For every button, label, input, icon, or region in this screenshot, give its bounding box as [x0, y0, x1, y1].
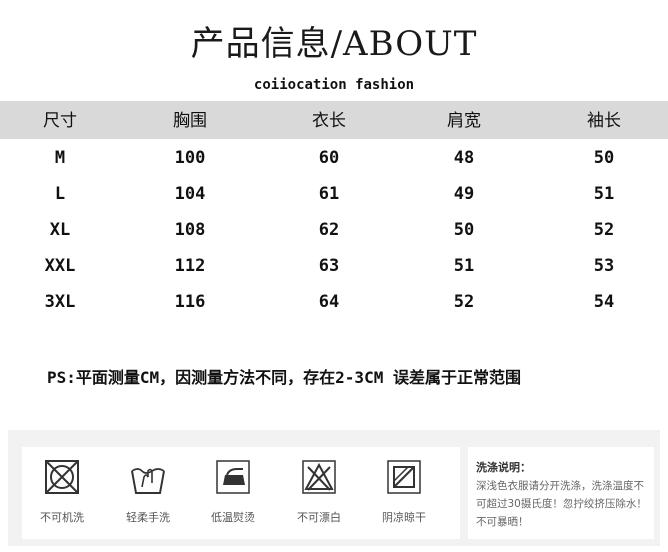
- table-cell: 112: [174, 256, 206, 276]
- table-cell: 3XL: [44, 292, 76, 312]
- table-cell: 63: [318, 256, 340, 276]
- care-label: 低温熨烫: [211, 511, 255, 524]
- table-cell: 52: [453, 292, 475, 312]
- column-header-length: 衣长: [312, 111, 346, 131]
- shade-dry-icon: [387, 460, 421, 494]
- table-cell: M: [54, 148, 66, 168]
- column-header-shoulder: 肩宽: [447, 111, 481, 131]
- care-label: 不可机洗: [40, 511, 84, 524]
- hand-wash-icon: [131, 468, 165, 494]
- table-cell: 116: [174, 292, 206, 312]
- wash-instructions-title: 洗涤说明：: [476, 461, 531, 474]
- care-item-low-temp-iron: 低温熨烫: [200, 457, 266, 525]
- care-label: 不可漂白: [297, 511, 341, 524]
- table-cell: L: [54, 184, 66, 204]
- table-cell: XL: [49, 220, 71, 240]
- table-cell: 61: [318, 184, 340, 204]
- no-bleach-icon: [302, 460, 336, 494]
- table-cell: 60: [318, 148, 340, 168]
- table-cell: 62: [318, 220, 340, 240]
- no-machine-wash-icon: [45, 460, 79, 494]
- care-item-no-machine-wash: 不可机洗: [29, 457, 95, 525]
- column-header-chest: 胸围: [173, 111, 207, 131]
- care-item-shade-dry: 阴凉晾干: [371, 457, 437, 525]
- care-label: 阴凉晾干: [382, 511, 426, 524]
- care-item-hand-wash: 轻柔手洗: [115, 457, 181, 525]
- column-header-size: 尺寸: [43, 111, 77, 131]
- table-cell: 50: [593, 148, 615, 168]
- table-cell: 104: [174, 184, 206, 204]
- low-temp-iron-icon: [216, 460, 250, 494]
- table-cell: 53: [593, 256, 615, 276]
- page-title: 产品信息/ABOUT: [190, 24, 478, 64]
- table-cell: 100: [174, 148, 206, 168]
- care-label: 轻柔手洗: [126, 511, 170, 524]
- table-cell: 48: [453, 148, 475, 168]
- table-cell: 52: [593, 220, 615, 240]
- wash-instructions-text: 深浅色衣服请分开洗涤，洗涤温度不可超过30摄氏度！忽拧绞挤压除水！不可暴晒！: [476, 480, 647, 528]
- table-cell: 108: [174, 220, 206, 240]
- table-cell: 49: [453, 184, 475, 204]
- table-cell: 51: [593, 184, 615, 204]
- measurement-note: PS:平面测量CM，因测量方法不同，存在2-3CM 误差属于正常范围: [47, 368, 521, 387]
- column-header-sleeve: 袖长: [587, 111, 621, 131]
- care-item-no-bleach: 不可漂白: [286, 457, 352, 525]
- table-cell: 51: [453, 256, 475, 276]
- table-cell: 54: [593, 292, 615, 312]
- brand-subtitle: coiiocation fashion: [253, 77, 415, 93]
- table-cell: 64: [318, 292, 340, 312]
- table-cell: XXL: [44, 256, 76, 276]
- table-cell: 50: [453, 220, 475, 240]
